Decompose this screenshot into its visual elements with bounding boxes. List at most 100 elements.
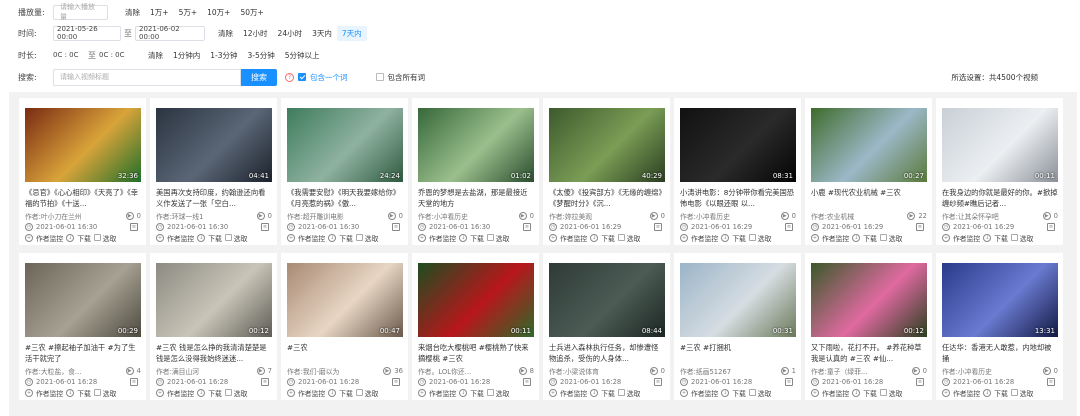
video-thumbnail[interactable]: 00:29: [25, 263, 141, 337]
author-monitor-button[interactable]: + 作者监控: [811, 388, 849, 398]
video-title[interactable]: 美国再次支持印度，约翰逊还向看义作发送了一张「空白...: [156, 187, 272, 209]
download-button[interactable]: ↓ 下载: [328, 233, 353, 243]
time-clear-option[interactable]: 清除: [213, 26, 238, 41]
author-monitor-button[interactable]: + 作者监控: [287, 388, 325, 398]
duration-option-1min[interactable]: 1分钟内: [168, 48, 205, 63]
doc-icon[interactable]: ≡: [392, 377, 400, 386]
select-checkbox[interactable]: 选取: [617, 233, 640, 243]
video-thumbnail[interactable]: 00:47: [287, 263, 403, 337]
time-option-7d[interactable]: 7天内: [336, 25, 367, 41]
author-name[interactable]: 作者:小冲看历史: [680, 211, 781, 221]
download-button[interactable]: ↓ 下载: [66, 233, 91, 243]
checkbox-box[interactable]: [617, 389, 625, 396]
select-checkbox[interactable]: 选取: [355, 233, 378, 243]
checkbox-box[interactable]: [879, 389, 887, 396]
author-monitor-button[interactable]: + 作者监控: [418, 388, 456, 398]
video-card[interactable]: 00:31 #三农 #打捆机 作者:纸画51267 ▶ 1 ◷ 2021-06-01 16:…: [674, 253, 801, 400]
author-name[interactable]: 作者:农业机械: [811, 211, 907, 221]
select-checkbox[interactable]: 选取: [93, 233, 116, 243]
select-checkbox[interactable]: 选取: [879, 233, 902, 243]
author-name[interactable]: 作者:让其朵怀孕吧: [942, 211, 1043, 221]
include-one-label[interactable]: 包含一个词: [310, 72, 348, 83]
select-checkbox[interactable]: 选取: [224, 233, 247, 243]
author-monitor-button[interactable]: + 作者监控: [156, 388, 194, 398]
download-button[interactable]: ↓ 下载: [590, 233, 615, 243]
plays-option-100k[interactable]: 10万+: [202, 5, 235, 20]
select-checkbox[interactable]: 选取: [748, 233, 771, 243]
video-card[interactable]: 00:47 #三农 作者:我们-磨以为 ▶ 36 ◷ 2021-06-01 16:28 ≡ + 作…: [281, 253, 408, 400]
video-thumbnail[interactable]: 13:31: [942, 263, 1058, 337]
author-name[interactable]: 作者:童子（绿菲...: [811, 366, 912, 376]
author-monitor-button[interactable]: + 作者监控: [549, 233, 587, 243]
download-button[interactable]: ↓ 下载: [197, 388, 222, 398]
time-option-12h[interactable]: 12小时: [238, 26, 273, 41]
checkbox-box[interactable]: [1010, 389, 1018, 396]
video-card[interactable]: 01:02 乔恩的梦想是去盐湖，那是最接近天堂的地方 作者:小冲看历史 ▶ 0 ◷ 2021…: [412, 98, 539, 245]
video-title[interactable]: #三农 钱是怎么挣的我清清楚楚是 钱是怎么没得我始终迷迷...: [156, 342, 272, 364]
doc-icon[interactable]: ≡: [392, 222, 400, 231]
checkbox-box[interactable]: [879, 234, 887, 241]
video-thumbnail[interactable]: 08:31: [680, 108, 796, 182]
duration-to-input[interactable]: 0C : 0C: [99, 47, 131, 63]
checkbox-box[interactable]: [617, 234, 625, 241]
include-one-checkbox[interactable]: [298, 73, 306, 81]
checkbox-box[interactable]: [355, 234, 363, 241]
video-card[interactable]: 00:11 在我身边的你就是最好的你。#掀掉缠纱频#瞧后记者... 作者:让其朵怀孕…: [936, 98, 1063, 245]
video-card[interactable]: 04:41 美国再次支持印度，约翰逊还向看义作发送了一张「空白... 作者:环球一线…: [150, 98, 277, 245]
plays-option-10k[interactable]: 1万+: [145, 5, 174, 20]
select-checkbox[interactable]: 选取: [486, 388, 509, 398]
doc-icon[interactable]: ≡: [785, 377, 793, 386]
download-button[interactable]: ↓ 下载: [459, 388, 484, 398]
checkbox-box[interactable]: [1010, 234, 1018, 241]
video-card[interactable]: 32:36 《忌官》《心心相印》《天亮了》《幸福的节拍》《十送... 作者:叶小刀在…: [19, 98, 146, 245]
author-monitor-button[interactable]: + 作者监控: [25, 233, 63, 243]
search-input[interactable]: 请输入视频标题: [53, 68, 241, 86]
video-title[interactable]: #三农 #打捆机: [680, 342, 796, 364]
download-button[interactable]: ↓ 下载: [721, 388, 746, 398]
doc-icon[interactable]: ≡: [1047, 222, 1055, 231]
duration-option-3-5min[interactable]: 3-5分钟: [243, 48, 280, 63]
video-thumbnail[interactable]: 24:24: [287, 108, 403, 182]
video-thumbnail[interactable]: 04:41: [156, 108, 272, 182]
select-checkbox[interactable]: 选取: [748, 388, 771, 398]
doc-icon[interactable]: ≡: [916, 377, 924, 386]
end-date-input[interactable]: 2021-06-02 00:00: [135, 25, 205, 41]
checkbox-box[interactable]: [486, 389, 494, 396]
start-date-input[interactable]: 2021-05-26 00:00: [53, 25, 121, 41]
video-title[interactable]: 《太傻》《投宾部方》《无缘的缠绵》《梦醒时分》《沉...: [549, 187, 665, 209]
author-monitor-button[interactable]: + 作者监控: [25, 388, 63, 398]
video-card[interactable]: 00:27 小鹿 #现代农业机械 #三农 作者:农业机械 ▶ 22 ◷ 2021-06-01…: [805, 98, 932, 245]
duration-option-1-3min[interactable]: 1-3分钟: [205, 48, 242, 63]
author-name[interactable]: 作者:超开雕训电影: [287, 211, 388, 221]
plays-clear-option[interactable]: 清除: [120, 5, 145, 20]
doc-icon[interactable]: ≡: [523, 222, 531, 231]
video-title[interactable]: 来烟台吃大樱桃吧 #樱桃熟了快来摘樱桃 #三农: [418, 342, 534, 364]
video-thumbnail[interactable]: 00:12: [156, 263, 272, 337]
video-title[interactable]: 小鹿 #现代农业机械 #三农: [811, 187, 927, 209]
author-name[interactable]: 作者:大粒盐，食...: [25, 366, 126, 376]
video-title[interactable]: #三农 #擦起袖子加油干 #为了生活干就完了: [25, 342, 141, 364]
doc-icon[interactable]: ≡: [523, 377, 531, 386]
include-all-label[interactable]: 包含所有词: [388, 72, 426, 83]
select-checkbox[interactable]: 选取: [617, 388, 640, 398]
plays-input[interactable]: 请输入播放量: [53, 3, 108, 21]
video-title[interactable]: 士兵进入森林执行任务，却惨遭怪物追杀，受伤的人身体...: [549, 342, 665, 364]
checkbox-box[interactable]: [224, 234, 232, 241]
select-checkbox[interactable]: 选取: [879, 388, 902, 398]
video-thumbnail[interactable]: 00:12: [811, 263, 927, 337]
author-name[interactable]: 作者:环球一线1: [156, 211, 257, 221]
author-monitor-button[interactable]: + 作者监控: [680, 388, 718, 398]
video-thumbnail[interactable]: 32:36: [25, 108, 141, 182]
plays-option-50k[interactable]: 5万+: [174, 5, 203, 20]
download-button[interactable]: ↓ 下载: [852, 388, 877, 398]
author-name[interactable]: 作者:叶小刀在兰州: [25, 211, 126, 221]
video-title[interactable]: 又下雨啦，花打不开。 #养花种草我是认真的 #三农 #仙...: [811, 342, 927, 364]
doc-icon[interactable]: ≡: [261, 377, 269, 386]
download-button[interactable]: ↓ 下载: [197, 233, 222, 243]
video-card[interactable]: 08:44 士兵进入森林执行任务，却惨遭怪物追杀，受伤的人身体... 作者:小梁说体…: [543, 253, 670, 400]
download-button[interactable]: ↓ 下载: [459, 233, 484, 243]
author-name[interactable]: 作者:纸画51267: [680, 366, 781, 376]
help-icon[interactable]: ?: [285, 72, 294, 82]
video-title[interactable]: 在我身边的你就是最好的你。#掀掉缠纱频#瞧后记者...: [942, 187, 1058, 209]
download-button[interactable]: ↓ 下载: [983, 233, 1008, 243]
